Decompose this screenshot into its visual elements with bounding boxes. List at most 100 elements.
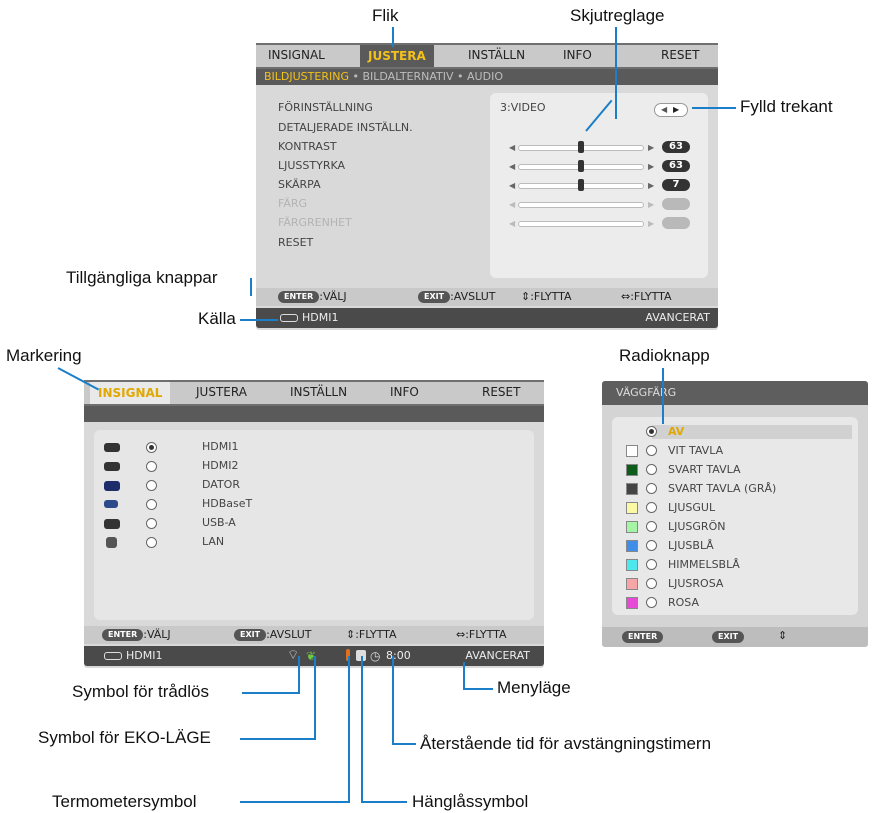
wall-color-option[interactable]: SVART TAVLA (GRÅ): [668, 482, 776, 495]
menu-item-skarpa[interactable]: SKÄRPA: [278, 178, 321, 191]
menu-item-ljusstyrka[interactable]: LJUSSTYRKA: [278, 159, 345, 172]
hdmi1-radio[interactable]: [146, 442, 157, 453]
wall-color-option[interactable]: VIT TAVLA: [668, 444, 723, 457]
wall-color-option[interactable]: LJUSBLÅ: [668, 539, 714, 552]
callout-line-aterstaende-v: [392, 656, 394, 745]
source-hdmi1[interactable]: HDMI1: [202, 440, 238, 453]
wall-color-radio[interactable]: [646, 502, 657, 513]
fargrenhet-slider-track: [518, 221, 644, 227]
callout-line-tradlos-h: [242, 692, 300, 694]
ljusstyrka-slider-knob[interactable]: [578, 160, 584, 172]
move-arrow-icon: ⇕: [778, 629, 788, 642]
source-hdmi2[interactable]: HDMI2: [202, 459, 238, 472]
tab-info[interactable]: INFO: [563, 48, 592, 62]
enter-key-icon: ENTER: [622, 631, 664, 643]
footer-flytta-vertical: ⇕:FLYTTA: [346, 628, 397, 641]
tab-justera[interactable]: JUSTERA: [196, 385, 247, 399]
callout-line-kalla: [240, 319, 278, 321]
lan-radio[interactable]: [146, 537, 157, 548]
sub-tab-bar: BILDJUSTERING • BILDALTERNATIV • AUDIO: [256, 69, 718, 85]
menu-item-reset[interactable]: RESET: [278, 236, 313, 249]
dator-radio[interactable]: [146, 480, 157, 491]
hdmi2-radio[interactable]: [146, 461, 157, 472]
tab-bar: INSIGNAL JUSTERA INSTÄLLN INFO RESET: [84, 380, 544, 406]
wall-color-option[interactable]: AV: [668, 425, 684, 438]
wall-color-radio[interactable]: [646, 578, 657, 589]
hdmi-source-icon: [280, 314, 298, 322]
hdbaset-radio[interactable]: [146, 499, 157, 510]
slider-right-arrow-icon[interactable]: ▶: [648, 162, 654, 171]
wall-color-option[interactable]: SVART TAVLA: [668, 463, 741, 476]
source-name: HDMI1: [126, 649, 163, 662]
source-list-panel: HDMI1 HDMI2 DATOR HDBaseT USB-A LAN: [94, 430, 534, 620]
wall-color-radio[interactable]: [646, 483, 657, 494]
wall-color-radio[interactable]: [646, 464, 657, 475]
footer-flytta-horizontal: ⇔:FLYTTA: [456, 628, 507, 641]
tab-justera[interactable]: JUSTERA: [360, 45, 434, 67]
slider-right-arrow-icon[interactable]: ▶: [648, 143, 654, 152]
footer-flytta-horizontal: ⇔:FLYTTA: [621, 290, 672, 303]
tab-reset[interactable]: RESET: [661, 48, 699, 62]
slider-left-arrow-icon[interactable]: ◀: [509, 181, 515, 190]
callout-line-fylld-trekant: [692, 107, 736, 109]
tab-installn[interactable]: INSTÄLLN: [468, 48, 525, 62]
fargrenhet-value: [662, 217, 690, 229]
color-swatch: [626, 521, 638, 533]
preset-selector[interactable]: ◀ ▶: [654, 103, 688, 117]
enter-key-icon: ENTER: [102, 629, 144, 641]
subtab-audio[interactable]: AUDIO: [467, 70, 503, 83]
wall-color-option[interactable]: LJUSGUL: [668, 501, 715, 514]
wall-color-radio[interactable]: [646, 559, 657, 570]
source-hdbaset[interactable]: HDBaseT: [202, 497, 252, 510]
source-lan[interactable]: LAN: [202, 535, 224, 548]
slider-right-arrow-icon: ▶: [648, 219, 655, 228]
filled-triangle-right-icon[interactable]: ▶: [673, 105, 679, 114]
tab-insignal[interactable]: INSIGNAL: [90, 382, 171, 404]
tab-insignal[interactable]: INSIGNAL: [268, 48, 325, 62]
color-swatch: [626, 502, 638, 514]
wall-color-option[interactable]: ROSA: [668, 596, 699, 609]
ljusstyrka-value: 63: [662, 160, 690, 172]
triangle-left-icon[interactable]: ◀: [661, 105, 667, 114]
menu-item-kontrast[interactable]: KONTRAST: [278, 140, 337, 153]
wall-color-option[interactable]: LJUSGRÖN: [668, 520, 725, 533]
menu-item-forinstallning[interactable]: FÖRINSTÄLLNING: [278, 101, 373, 114]
slider-left-arrow-icon[interactable]: ◀: [509, 162, 515, 171]
wall-color-radio[interactable]: [646, 445, 657, 456]
slider-left-arrow-icon: ◀: [509, 219, 516, 228]
exit-key-icon: EXIT: [418, 291, 451, 303]
source-dator[interactable]: DATOR: [202, 478, 240, 491]
source-name: HDMI1: [302, 311, 339, 324]
wall-color-radio[interactable]: [646, 540, 657, 551]
skarpa-slider-knob[interactable]: [578, 179, 584, 191]
slider-right-arrow-icon[interactable]: ▶: [648, 181, 654, 190]
menu-item-farg: FÄRG: [278, 197, 308, 210]
computer-icon: [104, 481, 120, 491]
wall-color-radio[interactable]: [646, 597, 657, 608]
tab-info[interactable]: INFO: [390, 385, 419, 399]
callout-line-menylage-v: [463, 662, 465, 690]
tab-reset[interactable]: RESET: [482, 385, 520, 399]
callout-aterstaende: Återstående tid för avstängningstimern: [420, 734, 712, 753]
source-usb-a[interactable]: USB-A: [202, 516, 236, 529]
slider-left-arrow-icon[interactable]: ◀: [509, 143, 515, 152]
wall-color-radio[interactable]: [646, 426, 657, 437]
callout-line-tradlos-v: [298, 656, 300, 694]
hdbaset-icon: [104, 500, 118, 508]
subtab-bildjustering[interactable]: BILDJUSTERING: [264, 70, 349, 83]
footer-avslut: :AVSLUT: [450, 290, 496, 303]
wall-color-option[interactable]: LJUSROSA: [668, 577, 723, 590]
tab-installn[interactable]: INSTÄLLN: [290, 385, 347, 399]
usb-a-radio[interactable]: [146, 518, 157, 529]
wall-color-list: AV VIT TAVLA SVART TAVLA SVART TAVLA (GRÅ) L…: [612, 417, 858, 615]
wall-color-option[interactable]: HIMMELSBLÅ: [668, 558, 740, 571]
kontrast-slider-knob[interactable]: [578, 141, 584, 153]
farg-value: [662, 198, 690, 210]
callout-radioknapp: Radioknapp: [619, 346, 710, 365]
callout-line-tillgangliga-knappar: [250, 278, 252, 296]
wall-color-radio[interactable]: [646, 521, 657, 532]
subtab-bildalternativ[interactable]: BILDALTERNATIV: [362, 70, 453, 83]
menu-item-detaljerade[interactable]: DETALJERADE INSTÄLLN.: [278, 121, 413, 134]
menu-item-fargrenhet: FÄRGRENHET: [278, 216, 352, 229]
available-buttons-bar: ENTER:VÄLJ EXIT:AVSLUT ⇕:FLYTTA ⇔:FLYTTA: [256, 288, 718, 306]
